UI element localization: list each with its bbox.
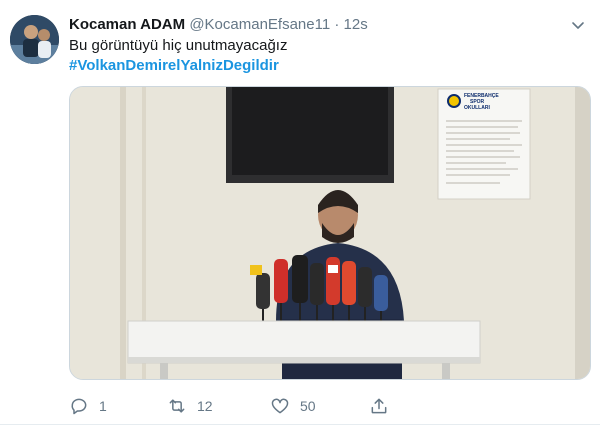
tweet-media-image[interactable]: FENERBAHÇE SPOR OKULLARI bbox=[69, 86, 591, 380]
separator: · bbox=[334, 16, 340, 33]
retweet-icon bbox=[169, 399, 185, 413]
share-button[interactable] bbox=[369, 396, 389, 416]
share-icon bbox=[371, 398, 387, 414]
retweet-button[interactable]: 12 bbox=[167, 396, 213, 416]
reply-button[interactable]: 1 bbox=[69, 396, 107, 416]
reply-icon bbox=[71, 398, 87, 415]
retweet-count: 12 bbox=[197, 398, 213, 414]
tweet-header: Kocaman ADAM @KocamanEfsane11 · 12s bbox=[69, 15, 368, 35]
tweet-actions: 1 12 50 bbox=[69, 396, 429, 418]
like-count: 50 bbox=[300, 398, 316, 414]
display-name[interactable]: Kocaman ADAM bbox=[69, 16, 185, 33]
avatar[interactable] bbox=[10, 15, 59, 64]
like-icon bbox=[271, 398, 289, 414]
poster-title-line3: OKULLARI bbox=[464, 105, 490, 111]
timestamp[interactable]: 12s bbox=[344, 16, 368, 33]
chevron-down-icon[interactable] bbox=[568, 15, 588, 35]
tweet-text: Bu görüntüyü hiç unutmayacağız bbox=[69, 37, 288, 54]
hashtag-link[interactable]: #VolkanDemirelYalnizDegildir bbox=[69, 56, 279, 76]
reply-count: 1 bbox=[99, 398, 107, 414]
like-button[interactable]: 50 bbox=[270, 396, 316, 416]
tweet[interactable]: Kocaman ADAM @KocamanEfsane11 · 12s Bu g… bbox=[0, 0, 600, 425]
user-handle[interactable]: @KocamanEfsane11 bbox=[189, 16, 330, 33]
